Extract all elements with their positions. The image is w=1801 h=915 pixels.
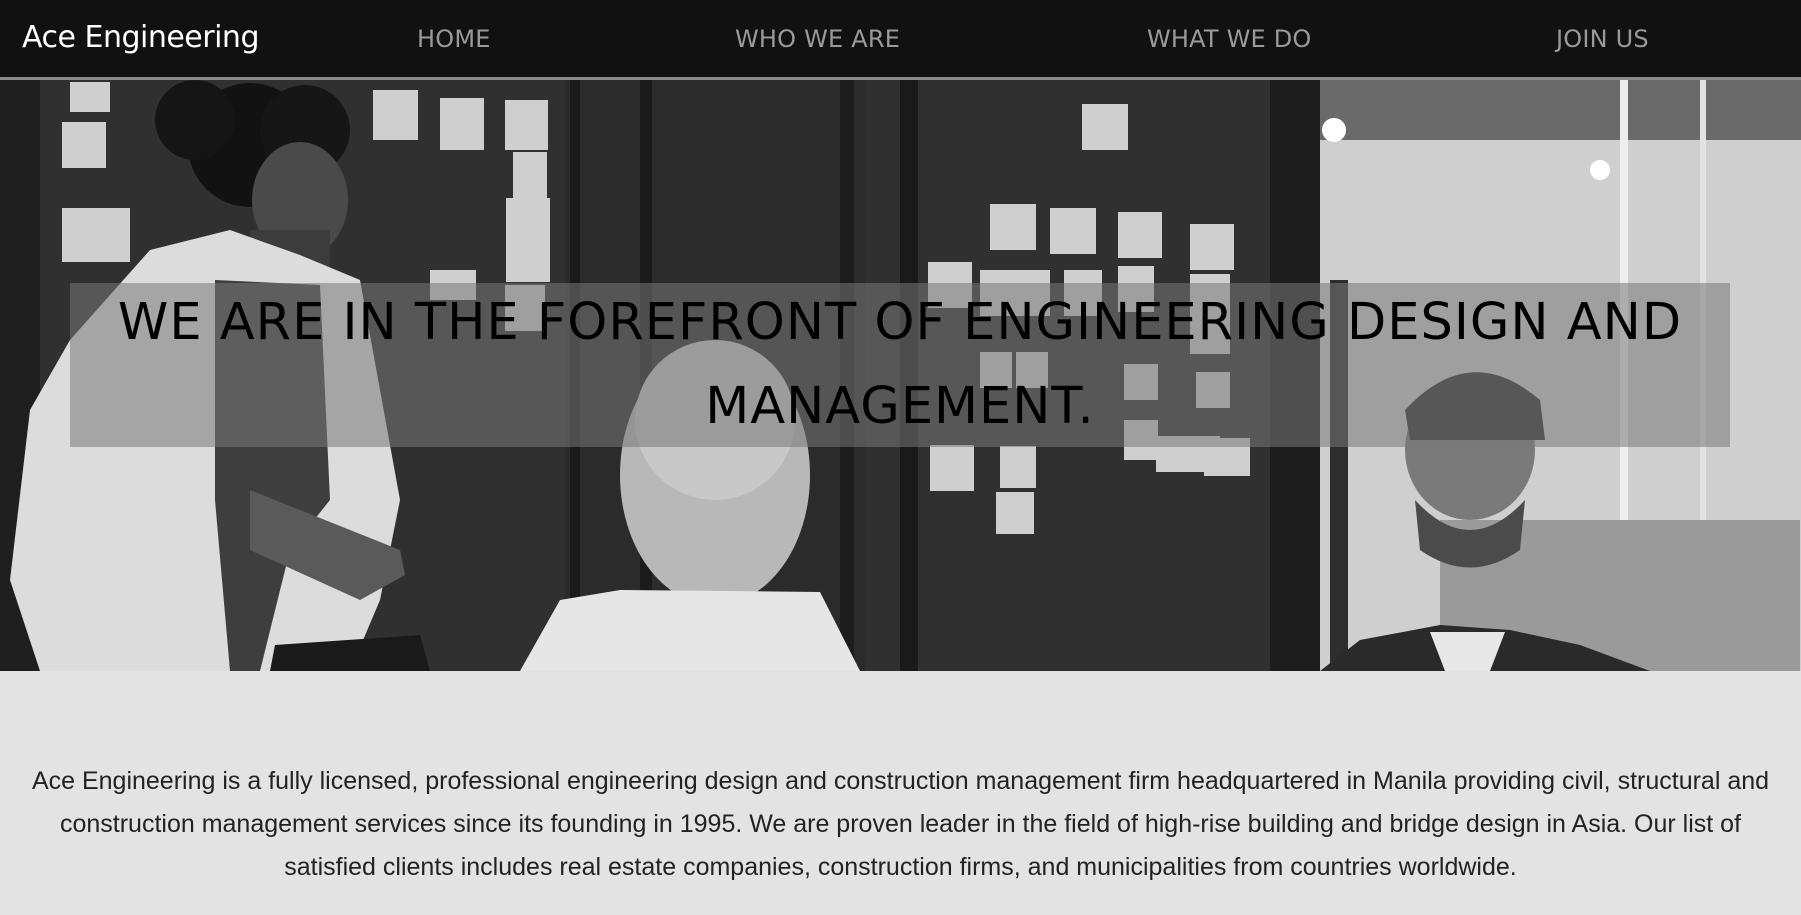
hero-heading: WE ARE IN THE FOREFRONT OF ENGINEERING D… [117, 293, 1683, 436]
brand-logo[interactable]: Ace Engineering [22, 20, 259, 55]
nav-link-what-we-do[interactable]: WHAT WE DO [1147, 25, 1312, 53]
nav-link-join-us[interactable]: JOIN US [1556, 25, 1649, 53]
hero-section: WE ARE IN THE FOREFRONT OF ENGINEERING D… [0, 80, 1801, 671]
top-navbar: Ace Engineering HOME WHO WE ARE WHAT WE … [0, 0, 1801, 80]
intro-paragraph: Ace Engineering is a fully licensed, pro… [31, 767, 1770, 881]
nav-link-home[interactable]: HOME [417, 25, 491, 53]
nav-link-who-we-are[interactable]: WHO WE ARE [735, 25, 900, 53]
